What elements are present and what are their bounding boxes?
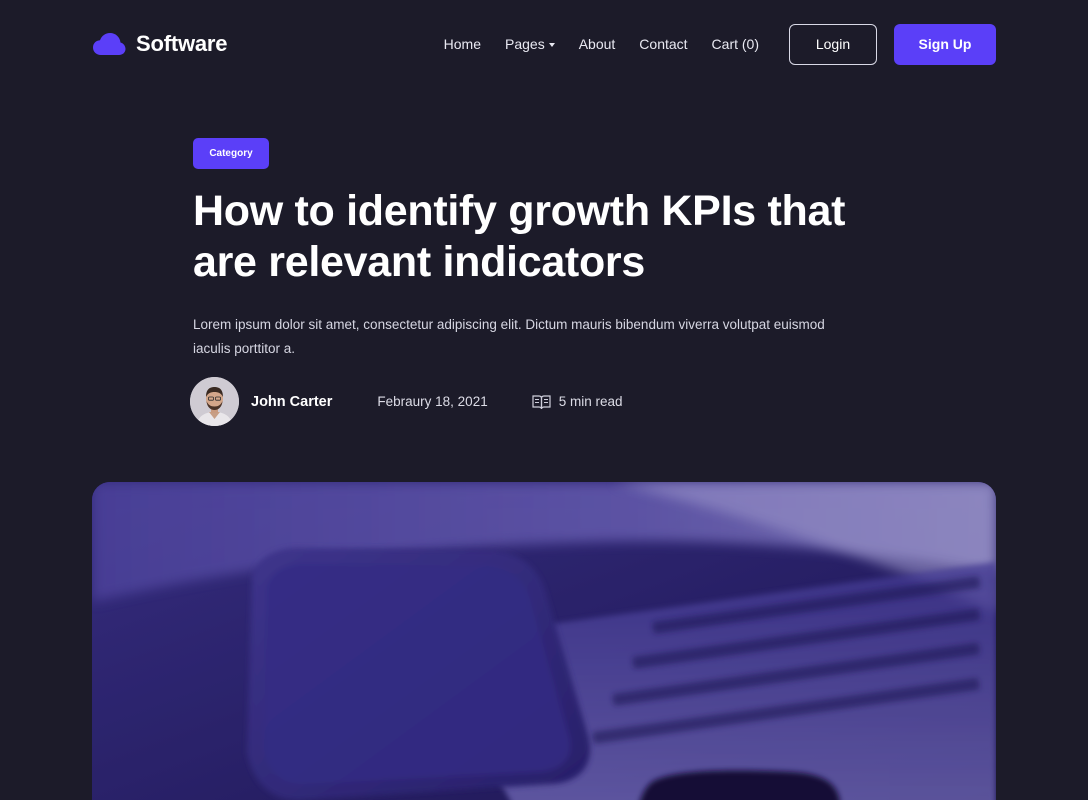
author-name[interactable]: John Carter — [251, 394, 332, 410]
login-button[interactable]: Login — [789, 23, 877, 65]
blog-post-page: Software Home Pages About Contact Cart (… — [0, 0, 1088, 800]
nav-cart[interactable]: Cart (0) — [712, 36, 759, 52]
signup-button[interactable]: Sign Up — [894, 23, 996, 65]
site-header: Software Home Pages About Contact Cart (… — [92, 22, 996, 66]
read-time-label: 5 min read — [558, 394, 623, 409]
article-meta: John Carter Febraury 18, 2021 5 min read — [190, 377, 690, 426]
read-time: 5 min read — [532, 394, 623, 410]
category-badge[interactable]: Category — [193, 138, 269, 169]
publish-date: Febraury 18, 2021 — [377, 394, 488, 409]
brand-name: Software — [136, 31, 228, 56]
nav-home[interactable]: Home — [444, 36, 481, 52]
main-nav: Home Pages About Contact Cart (0) Login … — [444, 23, 996, 65]
article-title: How to identify growth KPIs that are rel… — [193, 187, 846, 286]
nav-contact[interactable]: Contact — [639, 36, 687, 52]
book-icon — [532, 394, 551, 409]
nav-about[interactable]: About — [579, 36, 616, 52]
nav-pages[interactable]: Pages — [505, 36, 555, 52]
hero-image-art — [92, 482, 996, 800]
author-avatar[interactable] — [190, 377, 239, 426]
article-excerpt: Lorem ipsum dolor sit amet, consectetur … — [193, 317, 825, 356]
author-photo — [190, 377, 239, 426]
nav-pages-label: Pages — [505, 36, 545, 52]
hero-image — [92, 482, 996, 800]
brand-logo[interactable]: Software — [92, 31, 228, 57]
cloud-icon — [93, 33, 126, 55]
chevron-down-icon — [548, 43, 555, 47]
